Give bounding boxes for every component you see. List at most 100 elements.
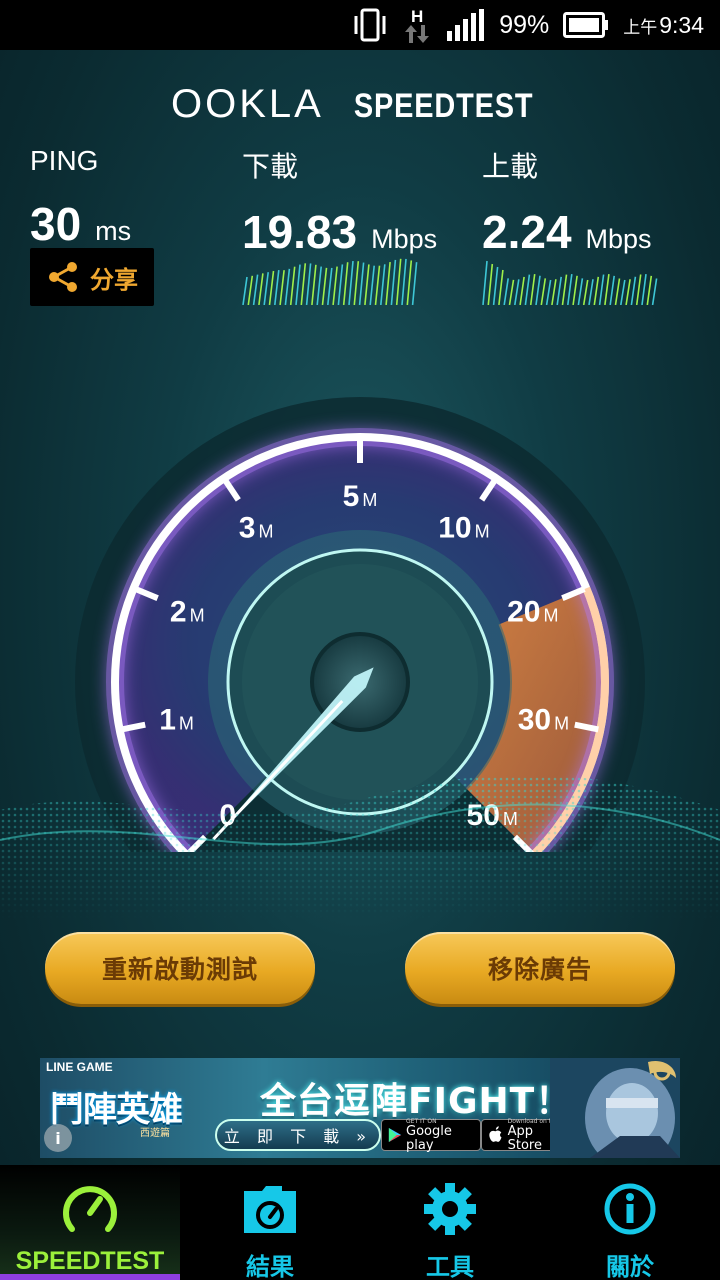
sparkline-bar [492,266,499,305]
sparkline-bar [540,278,547,305]
upload-sparkline [482,260,658,305]
sparkline-bar [337,264,344,305]
sparkline-bar [390,259,397,305]
nav-item-results[interactable]: 結果 [180,1165,360,1280]
sparkline-bar [535,275,541,305]
ping-unit: ms [95,216,132,246]
sparkline-bar [406,260,413,305]
sparkline-bar [598,274,605,305]
sparkline-bar [503,278,509,305]
sparkline-bar [508,279,515,305]
sparkline-bar [651,278,658,305]
sparkline-bar [630,276,637,305]
bottom-nav: SPEEDTEST 結果 工具 關於 [0,1165,720,1280]
ad-info-icon[interactable]: i [44,1124,72,1152]
network-type: H [411,6,424,26]
sparkline-bar [498,269,504,305]
ping-label: PING [30,145,99,176]
sparkline-bar [641,274,647,305]
sparkline-bar [551,279,557,305]
sparkline-bar [263,272,269,305]
download-stat: 下載 19.83 Mbps [242,145,437,259]
download-value: 19.83 [242,206,358,258]
sparkline-bar [545,279,552,305]
sparkline-bar [482,260,488,305]
sparkline-bar [385,262,391,305]
sparkline-bar [401,258,407,305]
upload-label: 上載 [482,151,539,182]
ad-game-subtitle: 西遊篇 [140,1128,170,1139]
ad-download-button[interactable]: 立 即 下 載 » [215,1119,381,1151]
sparkline-bar [258,273,264,305]
sparkline-bar [279,270,285,305]
sparkline-bar [342,262,349,305]
sparkline-bar [327,267,333,305]
ookla-wordmark: OOKLA [170,82,324,126]
ping-stat: PING 30 ms [30,145,131,251]
ad-headline: 全台逗陣FIGHT！ [260,1081,573,1122]
sparkline-bar [514,279,520,305]
google-play-badge[interactable]: GET IT ON Google play [381,1118,481,1153]
sparkline-bar [321,267,328,305]
results-folder-icon [244,1186,296,1233]
sparkline-bar [364,264,370,305]
share-label: 分享 [90,265,138,294]
sparkline-bar [487,263,494,305]
sparkline-bar [646,275,653,305]
sparkline-bar [614,278,621,305]
nav-label-about: 關於 [606,1253,654,1280]
sparkline-bar [588,279,594,305]
vibrate-icon [351,8,389,42]
speedometer-icon [63,1186,117,1232]
sparkline-bar [311,264,317,305]
download-unit: Mbps [371,224,438,254]
sparkline-bar [284,268,291,305]
upload-stat: 上載 2.24 Mbps [482,145,652,259]
sparkline-bar [635,274,642,305]
clock: 上午9:34 [623,11,704,38]
sparkline-bar [348,260,354,305]
nav-label-results: 結果 [246,1253,294,1280]
sparkline-bar [395,258,402,305]
sparkline-bar [567,274,573,305]
sparkline-bar [411,262,418,305]
apple-icon [489,1126,502,1142]
restart-test-button[interactable]: 重新啟動測試 [45,932,315,1004]
sparkline-bar [604,274,610,305]
sparkline-bar [332,266,338,305]
sparkline-bar [316,266,322,305]
speedtest-wordmark: SPEEDTEST [353,87,534,125]
sparkline-bar [609,275,615,305]
remove-ads-button[interactable]: 移除廣告 [405,932,675,1004]
app-logo: OOKLA SPEEDTEST [0,82,720,127]
ad-character-art [550,1058,680,1158]
sparkline-bar [353,261,360,305]
sparkline-bar [268,270,275,305]
sparkline-bar [374,265,381,305]
sparkline-bar [561,274,568,305]
sparkline-bar [625,279,631,305]
sparkline-bar [305,263,312,305]
sparkline-bar [582,279,589,305]
battery-percent: 99% [499,10,550,39]
nav-label-speedtest: SPEEDTEST [15,1247,165,1275]
nav-item-about[interactable]: 關於 [540,1165,720,1280]
sparkline-bar [380,264,386,305]
status-bar: H 99% 上午9:34 [0,0,720,50]
nav-label-tools: 工具 [426,1253,474,1280]
sparkline-bar [369,265,375,305]
share-button[interactable]: 分享 [30,248,154,306]
sparkline-bar [556,276,562,305]
network-hspa-icon: H [403,8,431,43]
battery-icon [563,12,609,38]
google-play-big: Google play [406,1123,452,1153]
nav-item-tools[interactable]: 工具 [360,1165,540,1280]
gear-icon [424,1183,476,1235]
wave-decoration [0,774,720,920]
sparkline-bar [529,273,536,305]
sparkline-bar [289,266,296,305]
nav-item-speedtest[interactable]: SPEEDTEST [0,1165,180,1280]
ad-banner[interactable]: LINE GAME 鬥陣英雄 西遊篇 全台逗陣FIGHT！ 立 即 下 載 » … [40,1058,680,1158]
sparkline-bar [295,264,301,305]
share-icon [49,262,77,292]
